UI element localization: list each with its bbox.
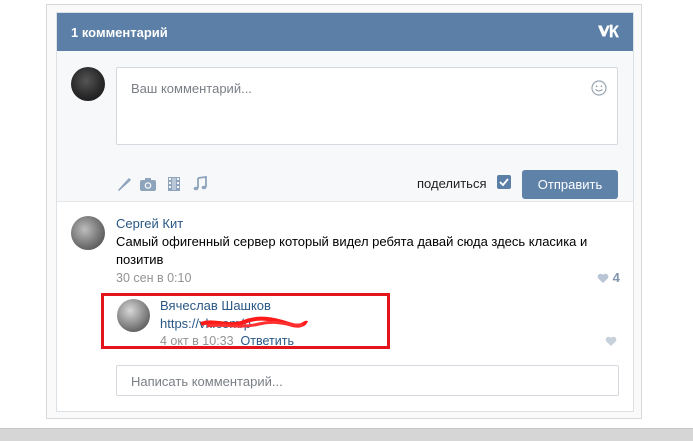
comment-item: Сергей Кит Самый офигенный сервер которы… [116,216,606,285]
comment-author[interactable]: Сергей Кит [116,216,606,231]
like-count: 4 [612,270,620,285]
smile-icon[interactable] [591,80,607,96]
comment-date[interactable]: 30 сен в 0:10 [116,271,606,285]
heart-icon[interactable] [605,336,617,347]
brush-icon[interactable] [115,175,133,193]
checkmark-icon [499,178,509,187]
vk-logo-icon[interactable] [597,23,619,39]
like-button[interactable]: 4 [597,270,620,285]
share-checkbox[interactable] [497,175,511,189]
page-background [0,428,693,441]
send-button[interactable]: Отправить [522,170,618,199]
music-note-icon[interactable] [191,175,209,193]
comment-count-title: 1 комментарий [71,25,168,40]
comment-text: Самый офигенный сервер который видел реб… [116,234,588,267]
write-comment-input[interactable]: Написать комментарий... [116,365,619,396]
comment-composer: Ваш комментарий... поделиться Отправить [57,51,633,202]
write-comment-placeholder: Написать комментарий... [131,374,283,389]
widget-header: 1 комментарий [57,13,633,51]
camera-icon[interactable] [139,175,157,193]
my-avatar [71,67,105,101]
comment-input-placeholder: Ваш комментарий... [131,81,252,96]
comment-author-avatar[interactable] [71,216,105,250]
share-label: поделиться [417,176,487,191]
comment-input[interactable]: Ваш комментарий... [116,67,618,145]
comments-widget: 1 комментарий Ваш комментарий... поделит… [56,12,634,412]
film-icon[interactable] [165,175,183,193]
heart-icon [597,273,609,283]
red-highlight-frame [101,293,390,349]
